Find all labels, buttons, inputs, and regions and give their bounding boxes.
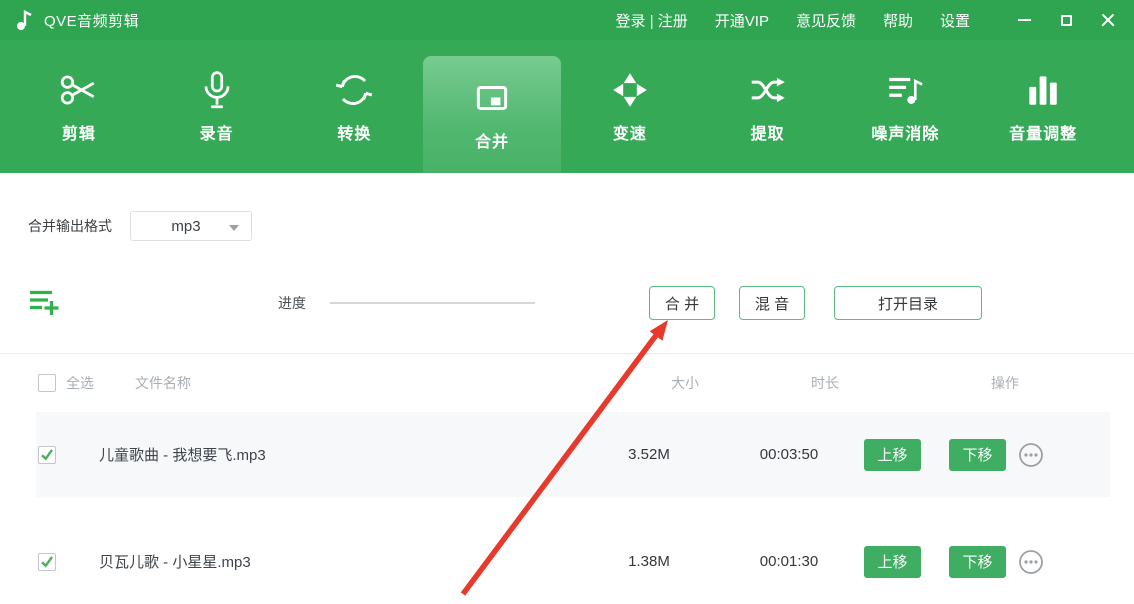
add-files-icon[interactable] — [28, 288, 60, 318]
output-format-label: 合并输出格式 — [28, 218, 112, 234]
merge-icon — [477, 86, 508, 110]
convert-icon — [336, 74, 373, 106]
tab-noise-removal[interactable]: 噪声消除 — [837, 40, 975, 173]
tab-convert[interactable]: 转换 — [286, 40, 424, 173]
tab-merge[interactable]: 合并 — [423, 56, 561, 173]
close-button[interactable] — [1100, 12, 1116, 28]
tab-speed[interactable]: 变速 — [561, 40, 699, 173]
progress-bar — [330, 302, 535, 304]
tab-volume-adjust[interactable]: 音量调整 — [974, 40, 1112, 173]
row-actions: 上移 下移 — [864, 438, 1074, 471]
window-controls — [1016, 12, 1116, 28]
table-row: 贝瓦儿歌 - 小星星.mp3 1.38M 00:01:30 上移 下移 — [36, 519, 1110, 604]
maximize-button[interactable] — [1058, 12, 1074, 28]
header-duration: 时长 — [811, 375, 839, 391]
maximize-icon — [1060, 14, 1072, 26]
merge-panel: 合并输出格式 mp3 进度 合 并 混 音 打开目录 全选 文件名称 大小 时长… — [0, 211, 1134, 604]
progress-label: 进度 — [278, 295, 306, 311]
chevron-down-icon — [229, 225, 239, 231]
more-options-icon[interactable] — [1018, 549, 1044, 575]
tab-cut[interactable]: 剪辑 — [10, 40, 148, 173]
more-options-icon[interactable] — [1018, 442, 1044, 468]
volume-bars-icon — [1029, 76, 1057, 105]
open-directory-button[interactable]: 打开目录 — [834, 286, 982, 320]
move-down-button[interactable]: 下移 — [949, 438, 1006, 471]
move-up-button[interactable]: 上移 — [864, 438, 921, 471]
close-icon — [1101, 13, 1115, 27]
header-file-name: 文件名称 — [135, 375, 191, 391]
speed-icon — [613, 73, 647, 107]
check-icon — [41, 556, 54, 568]
header-actions: 操作 — [991, 375, 1019, 391]
titlebar: QVE音频剪辑 登录 | 注册 开通VIP 意见反馈 帮助 设置 — [0, 0, 1134, 40]
table-header: 全选 文件名称 大小 时长 操作 — [0, 354, 1134, 412]
menu-help[interactable]: 帮助 — [883, 10, 913, 31]
qve-audio-editor-window: QVE音频剪辑 登录 | 注册 开通VIP 意见反馈 帮助 设置 剪辑 录音 转… — [0, 0, 1134, 604]
row-actions: 上移 下移 — [864, 545, 1074, 578]
scissors-icon — [60, 75, 95, 105]
select-all-checkbox[interactable] — [38, 374, 56, 392]
menu-settings[interactable]: 设置 — [940, 10, 970, 31]
tab-record[interactable]: 录音 — [148, 40, 286, 173]
output-format-row: 合并输出格式 mp3 — [28, 211, 1134, 241]
output-format-value: mp3 — [171, 217, 201, 235]
menu-open-vip[interactable]: 开通VIP — [715, 10, 769, 31]
app-title: QVE音频剪辑 — [44, 12, 140, 30]
minimize-button[interactable] — [1016, 12, 1032, 28]
file-size: 1.38M — [628, 553, 670, 570]
select-all-label: 全选 — [66, 375, 94, 391]
menu-login-register[interactable]: 登录 | 注册 — [616, 10, 688, 31]
row-checkbox[interactable] — [38, 445, 56, 464]
file-size: 3.52M — [628, 446, 670, 463]
row-checkbox[interactable] — [38, 552, 56, 571]
file-duration: 00:03:50 — [759, 446, 819, 463]
move-up-button[interactable]: 上移 — [864, 545, 921, 578]
noise-removal-icon — [889, 77, 924, 104]
file-duration: 00:01:30 — [759, 553, 819, 570]
toolbar: 剪辑 录音 转换 合并 变速 提取 噪声消除 音量调整 — [0, 40, 1134, 173]
header-size: 大小 — [671, 375, 699, 391]
action-row: 进度 合 并 混 音 打开目录 — [0, 286, 1134, 320]
file-name: 贝瓦儿歌 - 小星星.mp3 — [99, 554, 251, 571]
mix-button[interactable]: 混 音 — [739, 286, 805, 320]
microphone-icon — [204, 71, 230, 109]
tab-extract[interactable]: 提取 — [699, 40, 837, 173]
menu-feedback[interactable]: 意见反馈 — [796, 10, 856, 31]
output-format-select[interactable]: mp3 — [130, 211, 252, 241]
titlebar-menu: 登录 | 注册 开通VIP 意见反馈 帮助 设置 — [616, 10, 970, 31]
merge-button[interactable]: 合 并 — [649, 286, 715, 320]
extract-icon — [751, 77, 785, 103]
move-down-button[interactable]: 下移 — [949, 545, 1006, 578]
file-name: 儿童歌曲 - 我想要飞.mp3 — [99, 447, 266, 464]
music-note-icon — [17, 10, 32, 30]
check-icon — [41, 449, 54, 461]
table-row: 儿童歌曲 - 我想要飞.mp3 3.52M 00:03:50 上移 下移 — [36, 412, 1110, 497]
minimize-icon — [1017, 19, 1031, 21]
